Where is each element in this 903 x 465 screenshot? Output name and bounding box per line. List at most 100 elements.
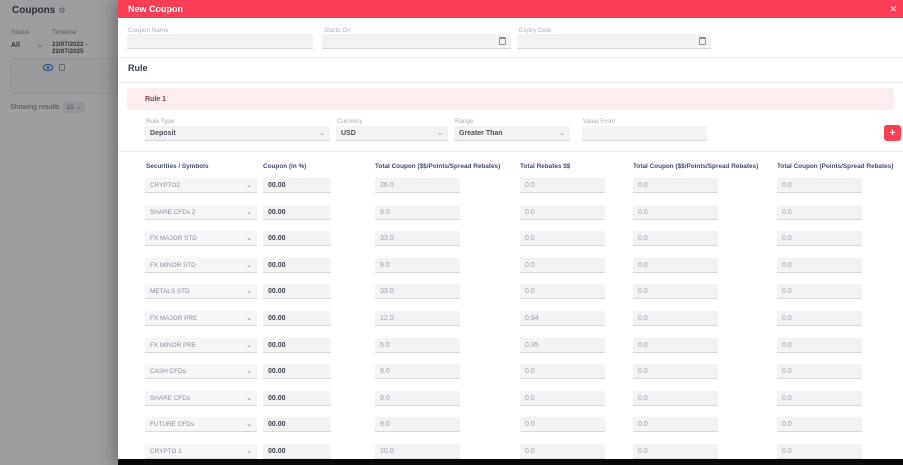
total-rebates-input[interactable]: 0.0 [520, 391, 605, 406]
coupon-percent-input[interactable]: 00.00 [263, 205, 331, 220]
expiry-date-input[interactable] [517, 34, 711, 49]
total-coupon-3-input[interactable]: 0.0 [777, 205, 862, 220]
chevron-down-icon: ⌄ [246, 234, 252, 242]
add-rule-button[interactable]: + [884, 125, 901, 141]
table-row: CRYPTO 1 ⌄ 00.00 20.0 0.0 0.0 0.0 [118, 444, 903, 460]
total-coupon-3-input[interactable]: 0.0 [777, 231, 862, 246]
total-coupon-3-input[interactable]: 0.0 [777, 391, 862, 406]
bottom-bar [118, 459, 903, 465]
total-coupon-input[interactable]: 33.0 [375, 231, 460, 246]
total-coupon-input[interactable]: 20.0 [375, 444, 460, 459]
coupon-percent-input[interactable]: 00.00 [263, 444, 331, 459]
total-rebates-input[interactable]: 0.0 [520, 364, 605, 379]
coupon-name-input[interactable] [127, 34, 313, 49]
calendar-icon[interactable] [699, 37, 706, 45]
total-coupon-input[interactable]: 9.0 [375, 258, 460, 273]
total-coupon-2-input[interactable]: 0.0 [633, 205, 718, 220]
coupon-percent-input[interactable]: 00.00 [263, 417, 331, 432]
modal-backdrop[interactable] [0, 0, 118, 465]
total-rebates-input[interactable]: 0.0 [520, 444, 605, 459]
total-coupon-2-input[interactable]: 0.0 [633, 338, 718, 353]
total-coupon-input[interactable]: 9.0 [375, 205, 460, 220]
currency-label: Currency [337, 118, 363, 125]
total-coupon-3-input[interactable]: 0.0 [777, 364, 862, 379]
total-rebates-input[interactable]: 0.0 [520, 284, 605, 299]
coupon-percent-input[interactable]: 00.00 [263, 391, 331, 406]
total-coupon-input[interactable]: 9.0 [375, 391, 460, 406]
total-rebates-input[interactable]: 0.0 [520, 417, 605, 432]
security-select[interactable]: FUTURE CFDs ⌄ [145, 417, 257, 432]
rule-type-select[interactable]: Deposit ⌄ [145, 126, 330, 141]
screen: Coupons ⚙ Status Timeline All ⌄ 23/07/2022… [0, 0, 903, 465]
calendar-icon[interactable] [499, 37, 506, 45]
total-coupon-3-input[interactable]: 0.0 [777, 258, 862, 273]
total-coupon-input[interactable]: 9.0 [375, 364, 460, 379]
coupon-percent-input[interactable]: 00.00 [263, 284, 331, 299]
total-coupon-3-input[interactable]: 0.0 [777, 417, 862, 432]
coupon-percent-input[interactable]: 00.00 [263, 338, 331, 353]
total-coupon-2-input[interactable]: 0.0 [633, 417, 718, 432]
total-coupon-3-input[interactable]: 0.0 [777, 444, 862, 459]
security-select[interactable]: METALS STD ⌄ [145, 284, 257, 299]
value-from-input[interactable] [582, 126, 707, 141]
close-icon[interactable]: ✕ [889, 4, 897, 15]
total-coupon-2-input[interactable]: 0.0 [633, 311, 718, 326]
rule-type-label: Rule Type [146, 118, 175, 125]
new-coupon-modal: New Coupon ✕ Coupon Name Starts On Expir… [118, 0, 903, 465]
total-coupon-2-input[interactable]: 0.0 [633, 258, 718, 273]
rule-1-banner: Rule 1 [127, 88, 894, 110]
starts-on-input[interactable] [322, 34, 511, 49]
security-select[interactable]: CRYPTO2 ⌄ [145, 178, 257, 193]
security-select[interactable]: FX MINOR STD ⌄ [145, 258, 257, 273]
table-row: SHARE CFDs 2 ⌄ 00.00 9.0 0.0 0.0 0.0 [118, 205, 903, 221]
coupon-percent-input[interactable]: 00.00 [263, 364, 331, 379]
currency-select[interactable]: USD ⌄ [336, 126, 448, 141]
range-select[interactable]: Greater Than ⌄ [454, 126, 570, 141]
chevron-down-icon: ⌄ [246, 208, 252, 216]
col-header-total-coupon: Total Coupon ($$/Points/Spread Rebates) [375, 163, 501, 170]
security-select[interactable]: FX MINOR PRE ⌄ [145, 338, 257, 353]
modal-header: New Coupon ✕ [118, 0, 903, 18]
chevron-down-icon: ⌄ [246, 287, 252, 295]
total-coupon-3-input[interactable]: 0.0 [777, 178, 862, 193]
total-coupon-2-input[interactable]: 0.0 [633, 284, 718, 299]
col-header-total-coupon-2: Total Coupon ($$/Points/Spread Rebates) [633, 163, 759, 170]
col-header-total-coupon-3: Total Coupon (Points/Spread Rebates) [777, 163, 894, 170]
security-select[interactable]: CASH CFDs ⌄ [145, 364, 257, 379]
total-coupon-3-input[interactable]: 0.0 [777, 284, 862, 299]
total-rebates-input[interactable]: 0.94 [520, 311, 605, 326]
total-rebates-input[interactable]: 0.0 [520, 258, 605, 273]
coupon-percent-input[interactable]: 00.00 [263, 231, 331, 246]
coupon-percent-input[interactable]: 00.00 [263, 258, 331, 273]
coupon-percent-input[interactable]: 00.00 [263, 311, 331, 326]
starts-on-label: Starts On [324, 27, 351, 34]
total-coupon-2-input[interactable]: 0.0 [633, 391, 718, 406]
total-coupon-2-input[interactable]: 0.0 [633, 231, 718, 246]
total-coupon-input[interactable]: 12.0 [375, 311, 460, 326]
security-select[interactable]: FX MAJOR PRE ⌄ [145, 311, 257, 326]
total-rebates-input[interactable]: 0.0 [520, 231, 605, 246]
total-coupon-input[interactable]: 26.0 [375, 178, 460, 193]
total-coupon-input[interactable]: 5.0 [375, 338, 460, 353]
total-coupon-input[interactable]: 9.0 [375, 417, 460, 432]
security-select[interactable]: SHARE CFDs 2 ⌄ [145, 205, 257, 220]
security-select[interactable]: FX MAJOR STD ⌄ [145, 231, 257, 246]
rule-section-heading: Rule [128, 63, 148, 73]
col-header-securities: Securities / Symbols [146, 163, 209, 170]
security-select[interactable]: SHARE CFDs ⌄ [145, 391, 257, 406]
total-coupon-2-input[interactable]: 0.0 [633, 178, 718, 193]
coupon-name-label: Coupon Name [128, 27, 169, 34]
total-coupon-3-input[interactable]: 0.0 [777, 311, 862, 326]
coupon-percent-input[interactable]: 00.00 [263, 178, 331, 193]
security-select[interactable]: CRYPTO 1 ⌄ [145, 444, 257, 459]
expiry-date-label: Expiry Date [519, 27, 552, 34]
total-rebates-input[interactable]: 0.0 [520, 178, 605, 193]
total-rebates-input[interactable]: 0.35 [520, 338, 605, 353]
table-row: SHARE CFDs ⌄ 00.00 9.0 0.0 0.0 0.0 [118, 391, 903, 407]
total-coupon-2-input[interactable]: 0.0 [633, 444, 718, 459]
divider [118, 57, 903, 58]
total-coupon-3-input[interactable]: 0.0 [777, 338, 862, 353]
total-coupon-input[interactable]: 33.0 [375, 284, 460, 299]
total-rebates-input[interactable]: 0.0 [520, 205, 605, 220]
total-coupon-2-input[interactable]: 0.0 [633, 364, 718, 379]
